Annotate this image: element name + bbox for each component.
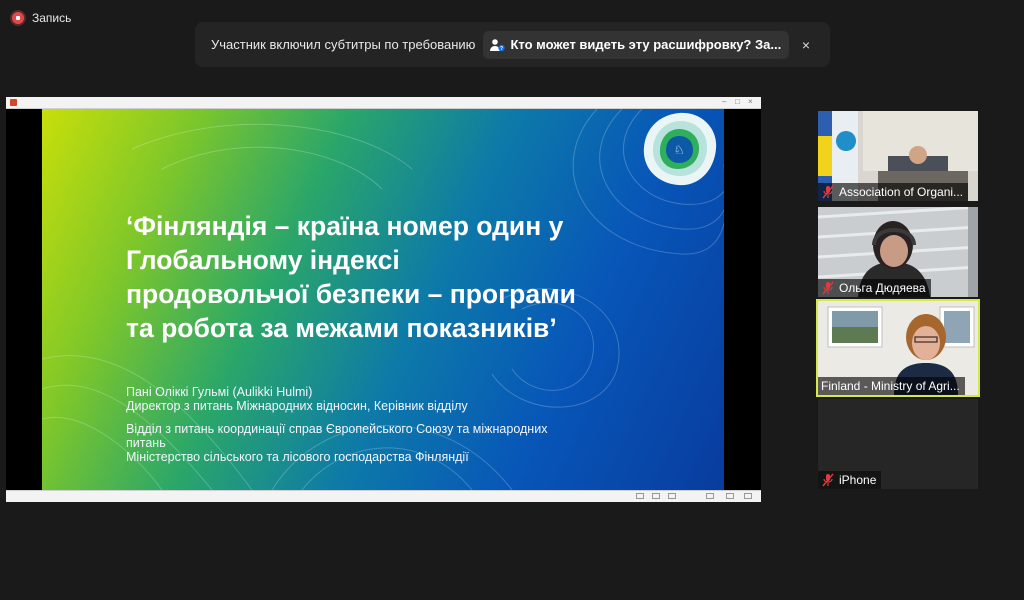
participant-tile[interactable]: Ольга Дюдяева xyxy=(818,207,978,297)
participant-tile[interactable]: Association of Organi... xyxy=(818,111,978,201)
slide-speaker-info: Пані Оліккі Гульмі (Aulikki Hulmi) Дирек… xyxy=(126,385,626,464)
person-question-icon: ? xyxy=(490,38,506,52)
participant-name: Finland - Ministry of Agri... xyxy=(821,379,960,393)
transcript-visibility-button[interactable]: ? Кто может видеть эту расшифровку? За..… xyxy=(483,30,790,59)
slide-title-line: ‘Фінляндія – країна номер один у xyxy=(126,211,564,241)
view-reading-icon xyxy=(668,493,676,499)
maximize-icon: □ xyxy=(735,97,740,106)
shared-screen[interactable]: – □ × ♘ ‘Фінляндія – країна номер один у… xyxy=(6,97,761,502)
participant-label: Finland - Ministry of Agri... xyxy=(818,377,965,395)
recording-label: Запись xyxy=(32,11,72,25)
speaker-name: Пані Оліккі Гульмі (Aulikki Hulmi) xyxy=(126,385,313,399)
participant-label: Association of Organi... xyxy=(818,183,969,201)
fullscreen-icon xyxy=(744,493,752,499)
powerpoint-icon xyxy=(10,99,17,106)
slide-title-line: та робота за межами показників’ xyxy=(126,313,557,343)
department-line: питань xyxy=(126,436,166,450)
presentation-statusbar xyxy=(6,490,761,502)
presentation-window-titlebar: – □ × xyxy=(6,97,761,109)
record-icon xyxy=(12,12,24,24)
participant-name: Association of Organi... xyxy=(839,185,964,199)
slide-title-line: Глобальному індексі xyxy=(126,245,400,275)
slide-title-line: продовольчої безпеки – програми xyxy=(126,279,576,309)
participant-name: iPhone xyxy=(839,473,877,487)
slide-title: ‘Фінляндія – країна номер один у Глобаль… xyxy=(126,209,646,345)
view-normal-icon xyxy=(636,493,644,499)
svg-text:?: ? xyxy=(500,46,503,52)
svg-text:♘: ♘ xyxy=(674,143,685,157)
captions-notice-banner: Участник включил субтитры по требованию … xyxy=(195,22,830,67)
participant-label: Ольга Дюдяева xyxy=(818,279,931,297)
finnish-ministry-logo: ♘ xyxy=(643,112,717,186)
minimize-icon: – xyxy=(722,97,727,106)
view-slideshow-icon xyxy=(706,493,714,499)
ministry-line: Міністерство сільського та лісового госп… xyxy=(126,450,469,464)
speaker-role: Директор з питань Міжнародних відносин, … xyxy=(126,399,468,413)
close-icon[interactable]: × xyxy=(796,37,816,53)
mic-muted-icon xyxy=(822,281,834,295)
department-line: Відділ з питань координації справ Європе… xyxy=(126,422,548,436)
participant-tile-active-speaker[interactable]: Finland - Ministry of Agri... xyxy=(816,299,980,397)
participant-name: Ольга Дюдяева xyxy=(839,281,926,295)
transcript-visibility-label: Кто может видеть эту расшифровку? За... xyxy=(510,37,782,52)
window-close-icon: × xyxy=(748,97,753,106)
captions-notice-text: Участник включил субтитры по требованию xyxy=(211,37,476,52)
zoom-fit-icon xyxy=(726,493,734,499)
participant-label: iPhone xyxy=(818,471,882,489)
mic-muted-icon xyxy=(822,185,834,199)
presentation-slide: ♘ ‘Фінляндія – країна номер один у Глоба… xyxy=(42,109,724,490)
mic-muted-icon xyxy=(822,473,834,487)
view-sorter-icon xyxy=(652,493,660,499)
recording-indicator[interactable]: Запись xyxy=(12,11,71,25)
participant-tile[interactable]: iPhone xyxy=(818,399,978,489)
